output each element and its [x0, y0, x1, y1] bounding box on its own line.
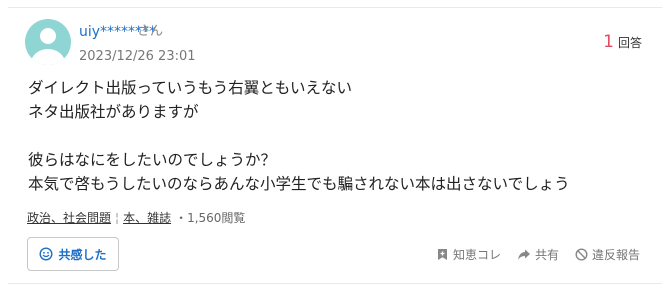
- bookmark-plus-icon: [436, 248, 449, 261]
- report-label: 違反報告: [591, 248, 640, 262]
- category-separator: ¦: [115, 211, 120, 225]
- empathy-label: 共感した: [58, 247, 107, 262]
- share-label: 共有: [534, 248, 559, 262]
- avatar[interactable]: [25, 19, 71, 65]
- answer-count-label: 回答: [617, 36, 642, 50]
- wisdom-collection-button[interactable]: 知恵コレ: [436, 246, 501, 263]
- answer-count[interactable]: 1 回答: [603, 32, 642, 52]
- report-button[interactable]: 違反報告: [575, 246, 640, 263]
- smile-icon: [39, 247, 53, 261]
- question-line: 本気で啓もうしたいのならあんな小学生でも騙されない本は出さないでしょう: [28, 175, 570, 193]
- username-honorific: さん: [137, 24, 164, 39]
- avatar-shoulders: [31, 49, 65, 65]
- prohibited-icon: [575, 248, 588, 261]
- wisdom-collection-label: 知恵コレ: [452, 248, 501, 262]
- question-line: ネタ出版社がありますが: [28, 103, 199, 121]
- view-count: ・1,560閲覧: [175, 211, 246, 225]
- category-link-books[interactable]: 本、雑誌: [123, 210, 171, 226]
- action-bar: 知恵コレ 共有 違反報告: [436, 246, 640, 263]
- avatar-head: [40, 28, 56, 44]
- question-body: ダイレクト出版っていうもう右翼ともいえない ネタ出版社がありますが 彼らはなにを…: [28, 76, 648, 196]
- post-date: 2023/12/26 23:01: [79, 49, 196, 64]
- share-button[interactable]: 共有: [517, 246, 559, 263]
- question-line: ダイレクト出版っていうもう右翼ともいえない: [28, 79, 352, 97]
- category-link-politics[interactable]: 政治、社会問題: [27, 210, 111, 226]
- empathy-button[interactable]: 共感した: [27, 237, 119, 271]
- question-meta: 政治、社会問題 ¦ 本、雑誌 ・1,560閲覧: [27, 210, 245, 226]
- question-line: 彼らはなにをしたいのでしょうか？: [28, 151, 277, 169]
- answer-count-number: 1: [603, 32, 614, 52]
- share-arrow-icon: [517, 248, 531, 261]
